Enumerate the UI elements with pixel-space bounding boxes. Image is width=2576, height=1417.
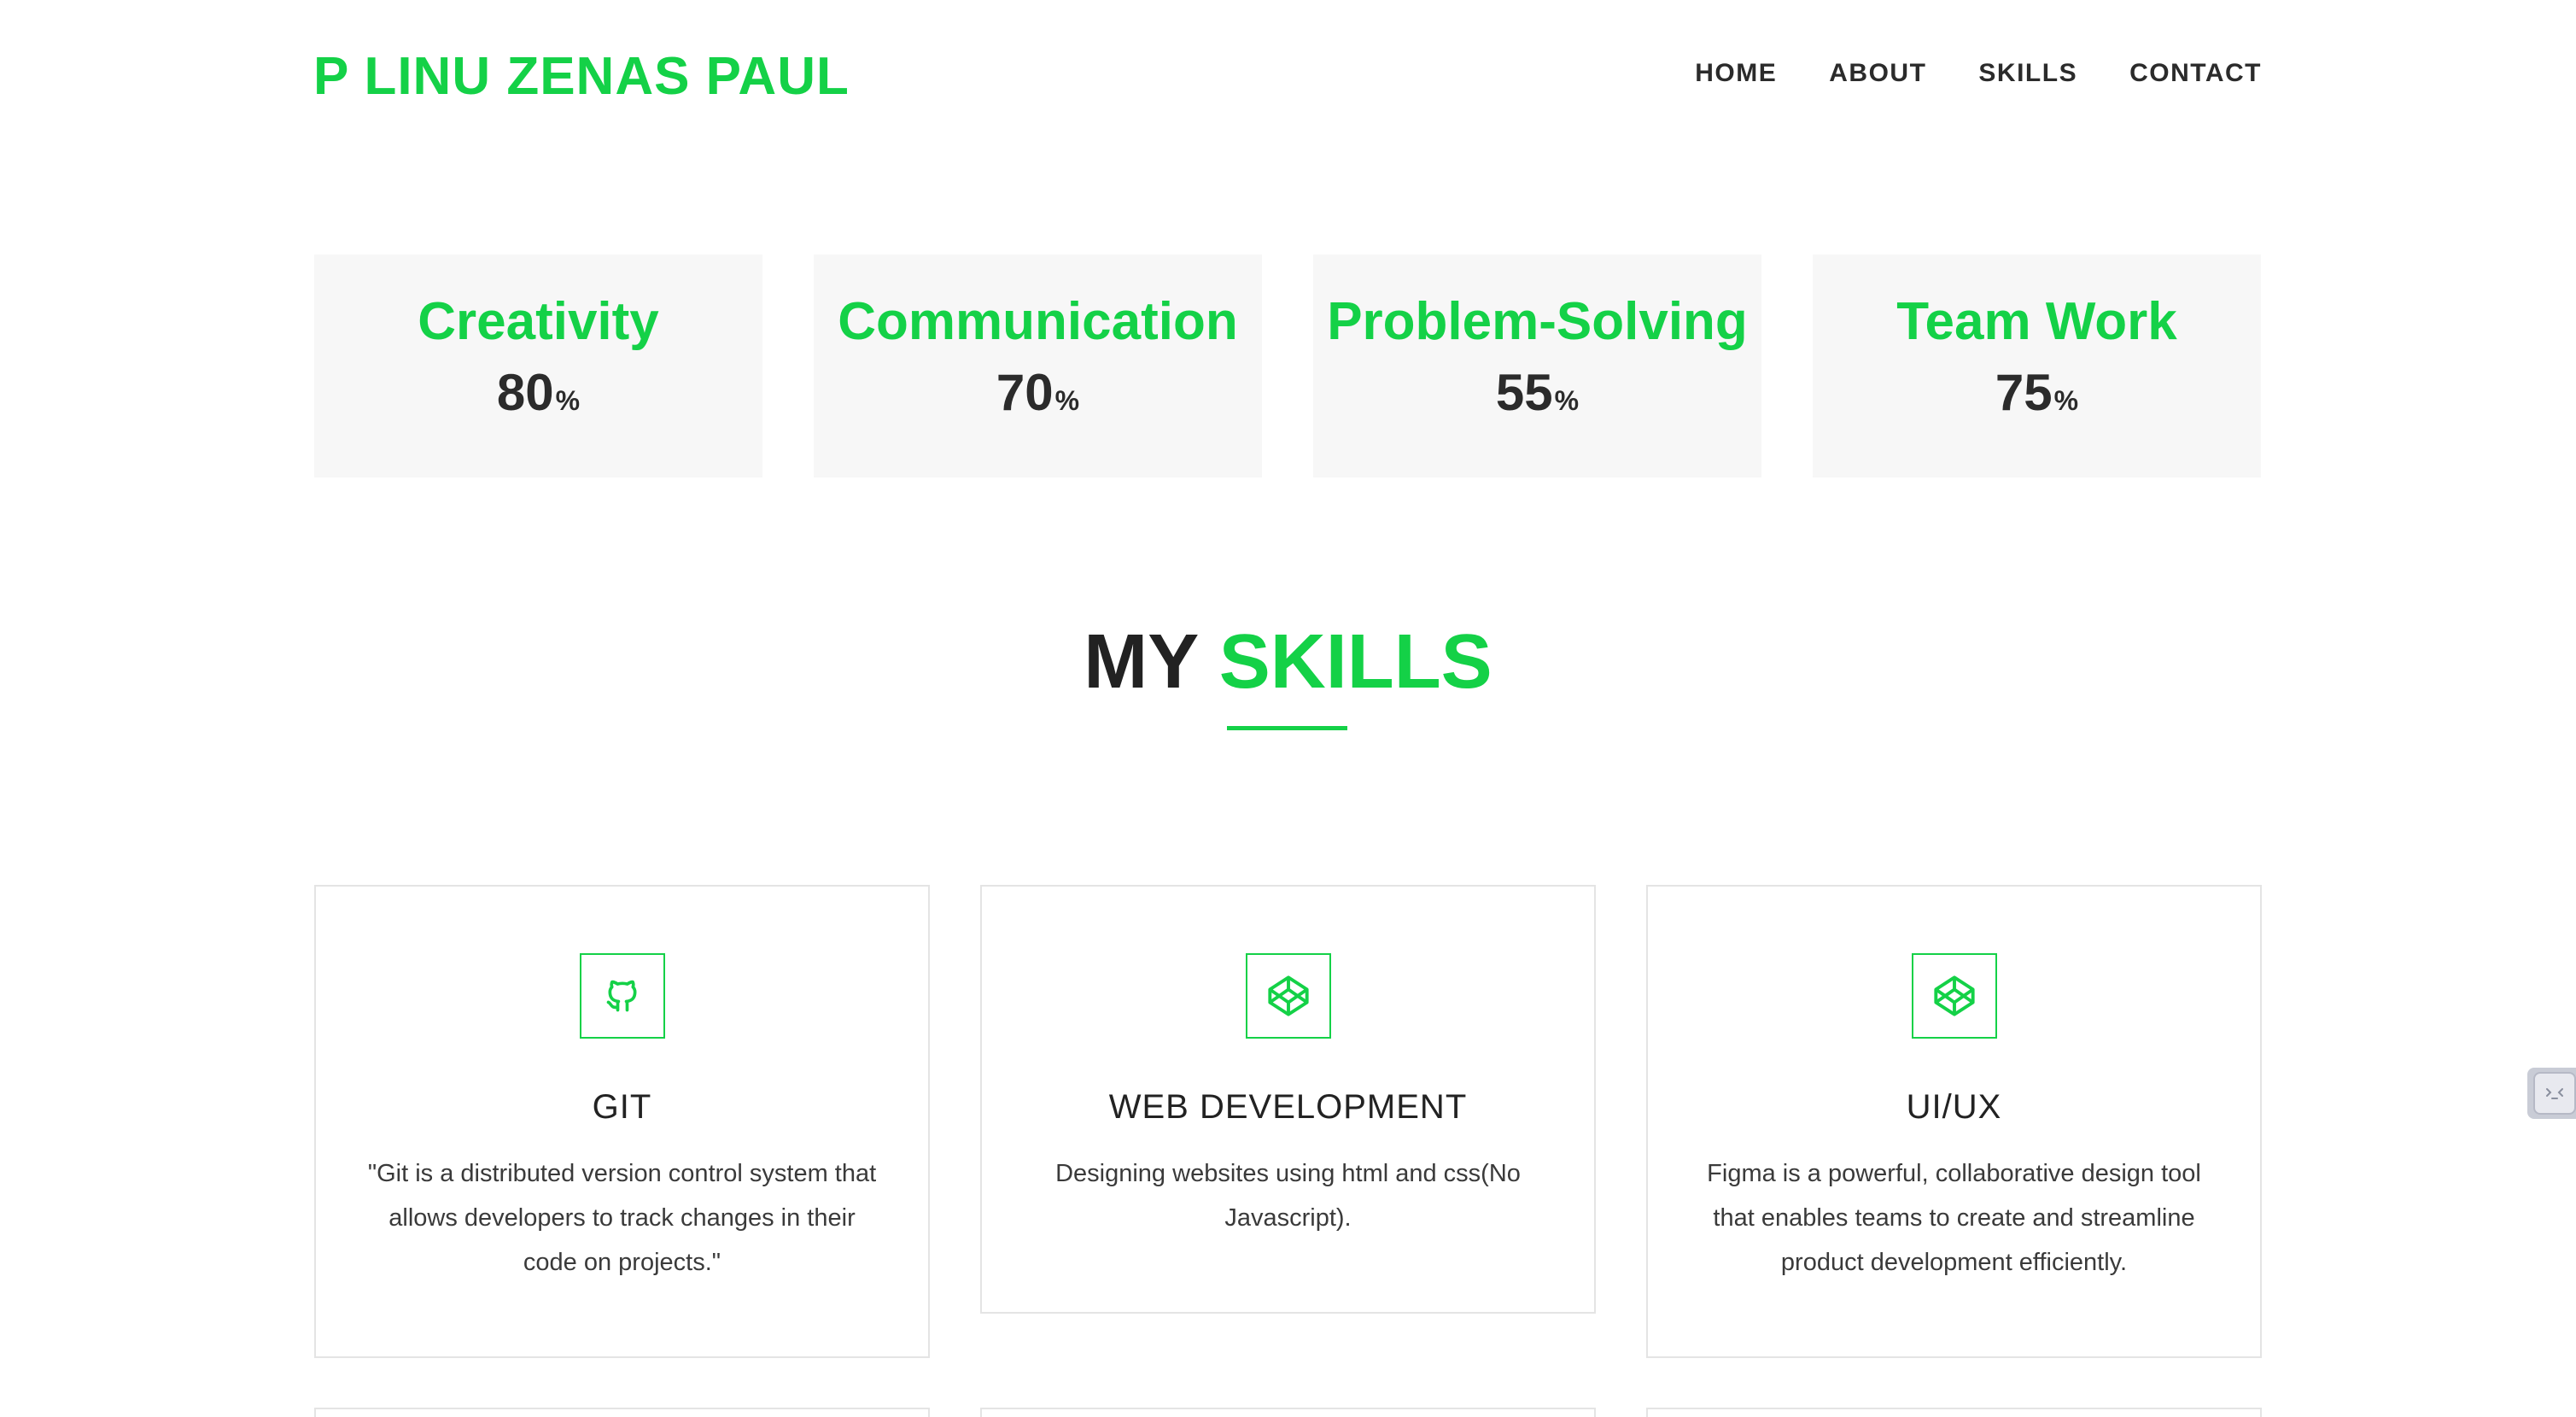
skill-card-description: "Git is a distributed version control sy…: [367, 1160, 877, 1276]
stat-title: Creativity: [418, 292, 659, 351]
stats-row: Creativity 80% Communication 70% Problem…: [314, 255, 2261, 477]
page: P LINU ZENAS PAUL HOME ABOUT SKILLS CONT…: [0, 0, 2576, 1417]
section-title-part2: SKILLS: [1218, 619, 1492, 705]
stat-number: 55: [1495, 364, 1553, 421]
codepen-icon[interactable]: [1245, 953, 1331, 1039]
skill-card-ui-ux: UI/UX Figma is a powerful, collaborative…: [1646, 885, 2262, 1358]
floating-side-widget[interactable]: [2527, 1068, 2576, 1119]
skill-card-next-row: [314, 1408, 930, 1417]
stat-unit: %: [2053, 385, 2079, 416]
skill-card-title: GIT: [592, 1088, 652, 1126]
skill-card-description: Designing websites using html and css(No…: [1055, 1160, 1521, 1232]
nav-contact-link[interactable]: CONTACT: [2129, 56, 2262, 91]
skill-card-description: Figma is a powerful, collaborative desig…: [1707, 1160, 2201, 1276]
main-nav: HOME ABOUT SKILLS CONTACT: [1695, 56, 2262, 91]
skill-card-title: UI/UX: [1906, 1088, 2002, 1126]
skill-card-web-development: WEB DEVELOPMENT Designing websites using…: [980, 885, 1596, 1314]
nav-about-link[interactable]: ABOUT: [1829, 56, 1926, 91]
skills-section-title: MY SKILLS: [0, 617, 2576, 707]
nav-home-link[interactable]: HOME: [1695, 56, 1777, 91]
stat-unit: %: [1054, 385, 1080, 416]
stat-box-creativity: Creativity 80%: [314, 255, 762, 477]
stat-unit: %: [555, 385, 581, 416]
stat-value: 55%: [1496, 366, 1579, 428]
stat-box-team-work: Team Work 75%: [1813, 255, 2261, 477]
codepen-icon[interactable]: [1911, 953, 1997, 1039]
stat-value: 75%: [1995, 366, 2078, 428]
stat-box-communication: Communication 70%: [814, 255, 1262, 477]
stat-box-problem-solving: Problem-Solving 55%: [1313, 255, 1761, 477]
stat-number: 80: [496, 364, 554, 421]
widget-face-icon: [2533, 1072, 2576, 1115]
site-logo-title[interactable]: P LINU ZENAS PAUL: [313, 44, 850, 109]
stat-number: 75: [1995, 364, 2053, 421]
skill-card-title: WEB DEVELOPMENT: [1108, 1088, 1468, 1126]
stat-title: Communication: [838, 292, 1238, 351]
skill-card-git: GIT "Git is a distributed version contro…: [314, 885, 930, 1358]
stat-title: Problem-Solving: [1327, 292, 1748, 351]
github-icon[interactable]: [579, 953, 665, 1039]
skill-card-next-row: [980, 1408, 1596, 1417]
stat-number: 70: [996, 364, 1054, 421]
section-title-part1: MY: [1084, 619, 1198, 705]
section-title-underline: [1227, 726, 1347, 730]
stat-value: 80%: [497, 366, 580, 428]
stat-unit: %: [1554, 385, 1580, 416]
stat-value: 70%: [996, 366, 1079, 428]
stat-title: Team Work: [1896, 292, 2177, 351]
skill-card-next-row: [1646, 1408, 2262, 1417]
nav-skills-link[interactable]: SKILLS: [1978, 56, 2077, 91]
